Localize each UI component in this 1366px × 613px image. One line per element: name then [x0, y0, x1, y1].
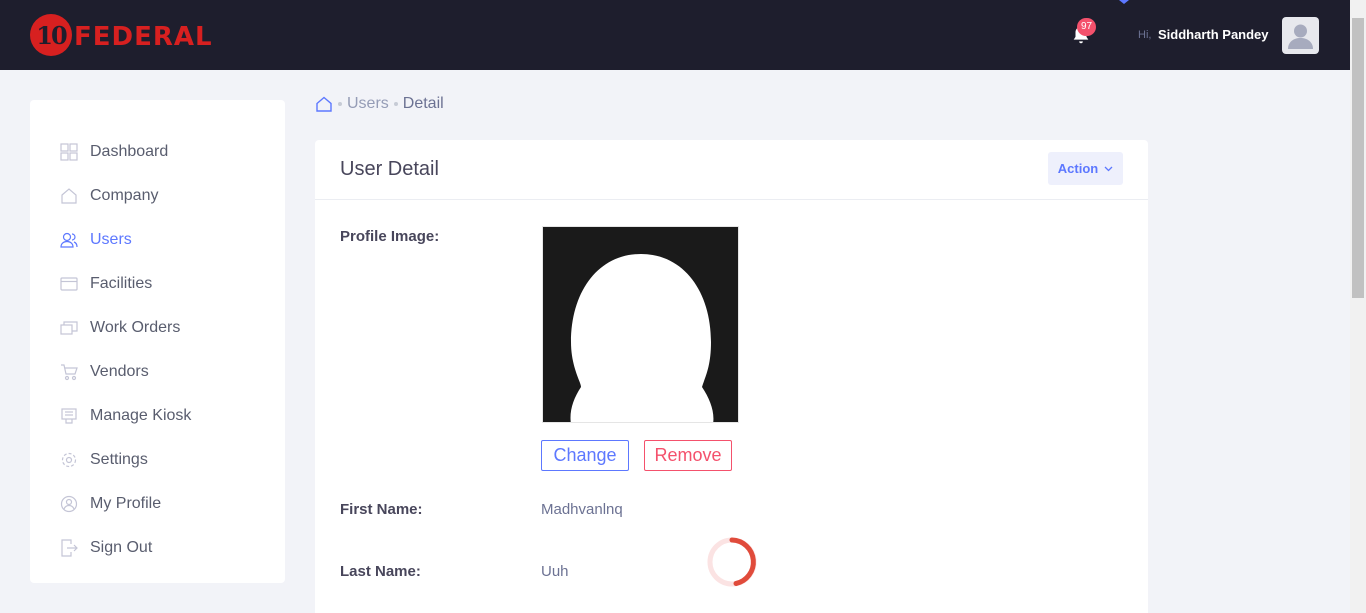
user-avatar[interactable]: [1282, 17, 1319, 54]
user-name[interactable]: Siddharth Pandey: [1158, 27, 1269, 42]
facilities-icon: [60, 275, 78, 293]
action-dropdown-button[interactable]: Action: [1048, 152, 1123, 185]
gear-icon: [60, 451, 78, 469]
chevron-down-icon: [1104, 166, 1113, 171]
greeting-text: Hi,: [1138, 29, 1152, 41]
sidebar-item-company[interactable]: Company: [30, 174, 285, 218]
sidebar-item-users[interactable]: Users: [30, 218, 285, 262]
logo-badge: 10: [30, 14, 72, 56]
sidebar-menu: Dashboard Company Users Facilities Work …: [30, 100, 285, 583]
last-name-value: Uuh: [541, 563, 569, 580]
action-button-label: Action: [1057, 161, 1099, 176]
sidebar-item-label: Company: [90, 187, 159, 204]
first-name-label: First Name:: [340, 501, 423, 518]
kiosk-icon: [60, 407, 78, 425]
sidebar-item-label: Work Orders: [90, 319, 181, 336]
sidebar-item-label: Manage Kiosk: [90, 407, 192, 424]
sidebar-item-label: Vendors: [90, 363, 149, 380]
loading-spinner-icon: [707, 537, 757, 587]
sidebar-item-facilities[interactable]: Facilities: [30, 262, 285, 306]
breadcrumb-link-users[interactable]: Users: [347, 95, 389, 113]
sign-out-icon: [60, 539, 78, 557]
sidebar-item-label: My Profile: [90, 495, 162, 512]
breadcrumb-separator: [338, 102, 342, 106]
user-detail-card: User Detail Action Profile Image: Change…: [315, 140, 1148, 613]
sidebar-item-sign-out[interactable]: Sign Out: [30, 526, 285, 570]
sidebar-item-settings[interactable]: Settings: [30, 438, 285, 482]
page-title: User Detail: [340, 158, 439, 180]
sidebar-item-label: Sign Out: [90, 539, 153, 556]
remove-image-button[interactable]: Remove: [644, 440, 732, 471]
dropdown-caret-icon: [1119, 0, 1129, 4]
sidebar-item-label: Facilities: [90, 275, 153, 292]
avatar-placeholder-icon: [1288, 24, 1313, 49]
sidebar-item-label: Settings: [90, 451, 148, 468]
last-name-label: Last Name:: [340, 563, 421, 580]
profile-icon: [60, 495, 78, 513]
profile-image: [542, 226, 739, 423]
sidebar-item-label: Dashboard: [90, 143, 169, 160]
users-icon: [60, 231, 78, 249]
home-icon[interactable]: [315, 95, 333, 113]
sidebar-item-manage-kiosk[interactable]: Manage Kiosk: [30, 394, 285, 438]
top-header: 10 FEDERAL 97 Hi, Siddharth Pandey: [0, 0, 1350, 70]
sidebar-item-vendors[interactable]: Vendors: [30, 350, 285, 394]
sidebar-item-work-orders[interactable]: Work Orders: [30, 306, 285, 350]
breadcrumb-separator: [393, 102, 398, 106]
sidebar-item-my-profile[interactable]: My Profile: [30, 482, 285, 526]
company-logo[interactable]: 10 FEDERAL: [30, 14, 213, 56]
home-icon: [60, 187, 78, 205]
notification-count-badge: 97: [1077, 18, 1096, 36]
dashboard-icon: [60, 143, 78, 161]
profile-silhouette-icon: [543, 227, 738, 422]
work-orders-icon: [60, 319, 78, 337]
sidebar-item-dashboard[interactable]: Dashboard: [30, 130, 285, 174]
first-name-value: Madhvanlnq: [541, 501, 623, 518]
profile-image-label: Profile Image:: [340, 228, 440, 245]
logo-text: FEDERAL: [74, 22, 213, 52]
scrollbar-thumb[interactable]: [1352, 18, 1364, 298]
breadcrumb: Users Detail: [315, 94, 444, 114]
breadcrumb-current: Detail: [402, 95, 444, 112]
change-image-button[interactable]: Change: [541, 440, 629, 471]
cart-icon: [60, 363, 78, 381]
card-header: User Detail Action: [315, 140, 1148, 200]
sidebar-item-label: Users: [90, 231, 132, 248]
